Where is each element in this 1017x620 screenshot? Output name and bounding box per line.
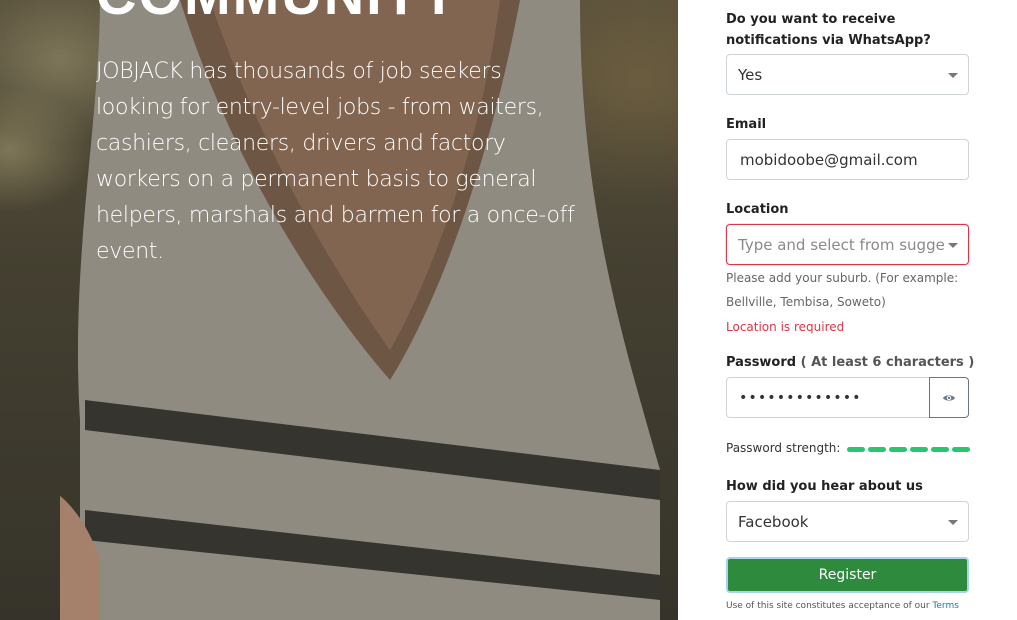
- password-label: Password ( At least 6 characters ): [726, 352, 974, 373]
- location-error: Location is required: [726, 320, 845, 334]
- strength-segment: [889, 447, 907, 452]
- password-strength-meter: [847, 447, 970, 452]
- whatsapp-select-value: Yes: [738, 65, 763, 84]
- show-password-button[interactable]: [929, 377, 969, 418]
- whatsapp-select[interactable]: Yes: [726, 54, 969, 95]
- chevron-down-icon: [948, 243, 958, 248]
- whatsapp-label: Do you want to receive notifications via…: [726, 12, 931, 48]
- chevron-down-icon: [948, 73, 958, 78]
- registration-form: Do you want to receive notifications via…: [678, 0, 1017, 620]
- strength-segment: [847, 447, 865, 452]
- chevron-down-icon: [948, 520, 958, 525]
- password-strength-label: Password strength:: [726, 441, 841, 455]
- hear-about-label: How did you hear about us: [726, 479, 923, 494]
- hero-description: JOBJACK has thousands of job seekers loo…: [96, 59, 575, 264]
- strength-segment: [931, 447, 949, 452]
- terms-link[interactable]: Terms: [932, 601, 959, 611]
- email-field-value: mobidoobe@gmail.com: [740, 150, 918, 169]
- terms-notice: Use of this site constitutes acceptance …: [726, 601, 959, 611]
- location-help-text: Please add your suburb. (For example: Be…: [726, 271, 959, 309]
- hear-about-select-value: Facebook: [738, 512, 809, 531]
- password-label-text: Password: [726, 355, 797, 370]
- password-group: •••••••••••••: [726, 377, 969, 418]
- strength-segment: [910, 447, 928, 452]
- email-label: Email: [726, 117, 767, 132]
- location-input[interactable]: Type and select from suggest: [726, 224, 969, 265]
- email-field[interactable]: mobidoobe@gmail.com: [726, 139, 969, 180]
- hear-about-select[interactable]: Facebook: [726, 501, 969, 542]
- strength-segment: [952, 447, 970, 452]
- password-field[interactable]: •••••••••••••: [726, 377, 930, 418]
- location-placeholder: Type and select from suggest: [738, 235, 944, 254]
- eye-icon: [943, 394, 955, 401]
- terms-text: Use of this site constitutes acceptance …: [726, 601, 933, 611]
- location-label: Location: [726, 202, 789, 217]
- password-masked-value: •••••••••••••: [739, 389, 862, 406]
- register-button[interactable]: Register: [726, 557, 969, 593]
- strength-segment: [868, 447, 886, 452]
- password-hint: ( At least 6 characters ): [800, 355, 975, 370]
- hero-heading: COMMUNITY: [96, 0, 459, 27]
- hero-image: COMMUNITY JOBJACK has thousands of job s…: [0, 0, 678, 620]
